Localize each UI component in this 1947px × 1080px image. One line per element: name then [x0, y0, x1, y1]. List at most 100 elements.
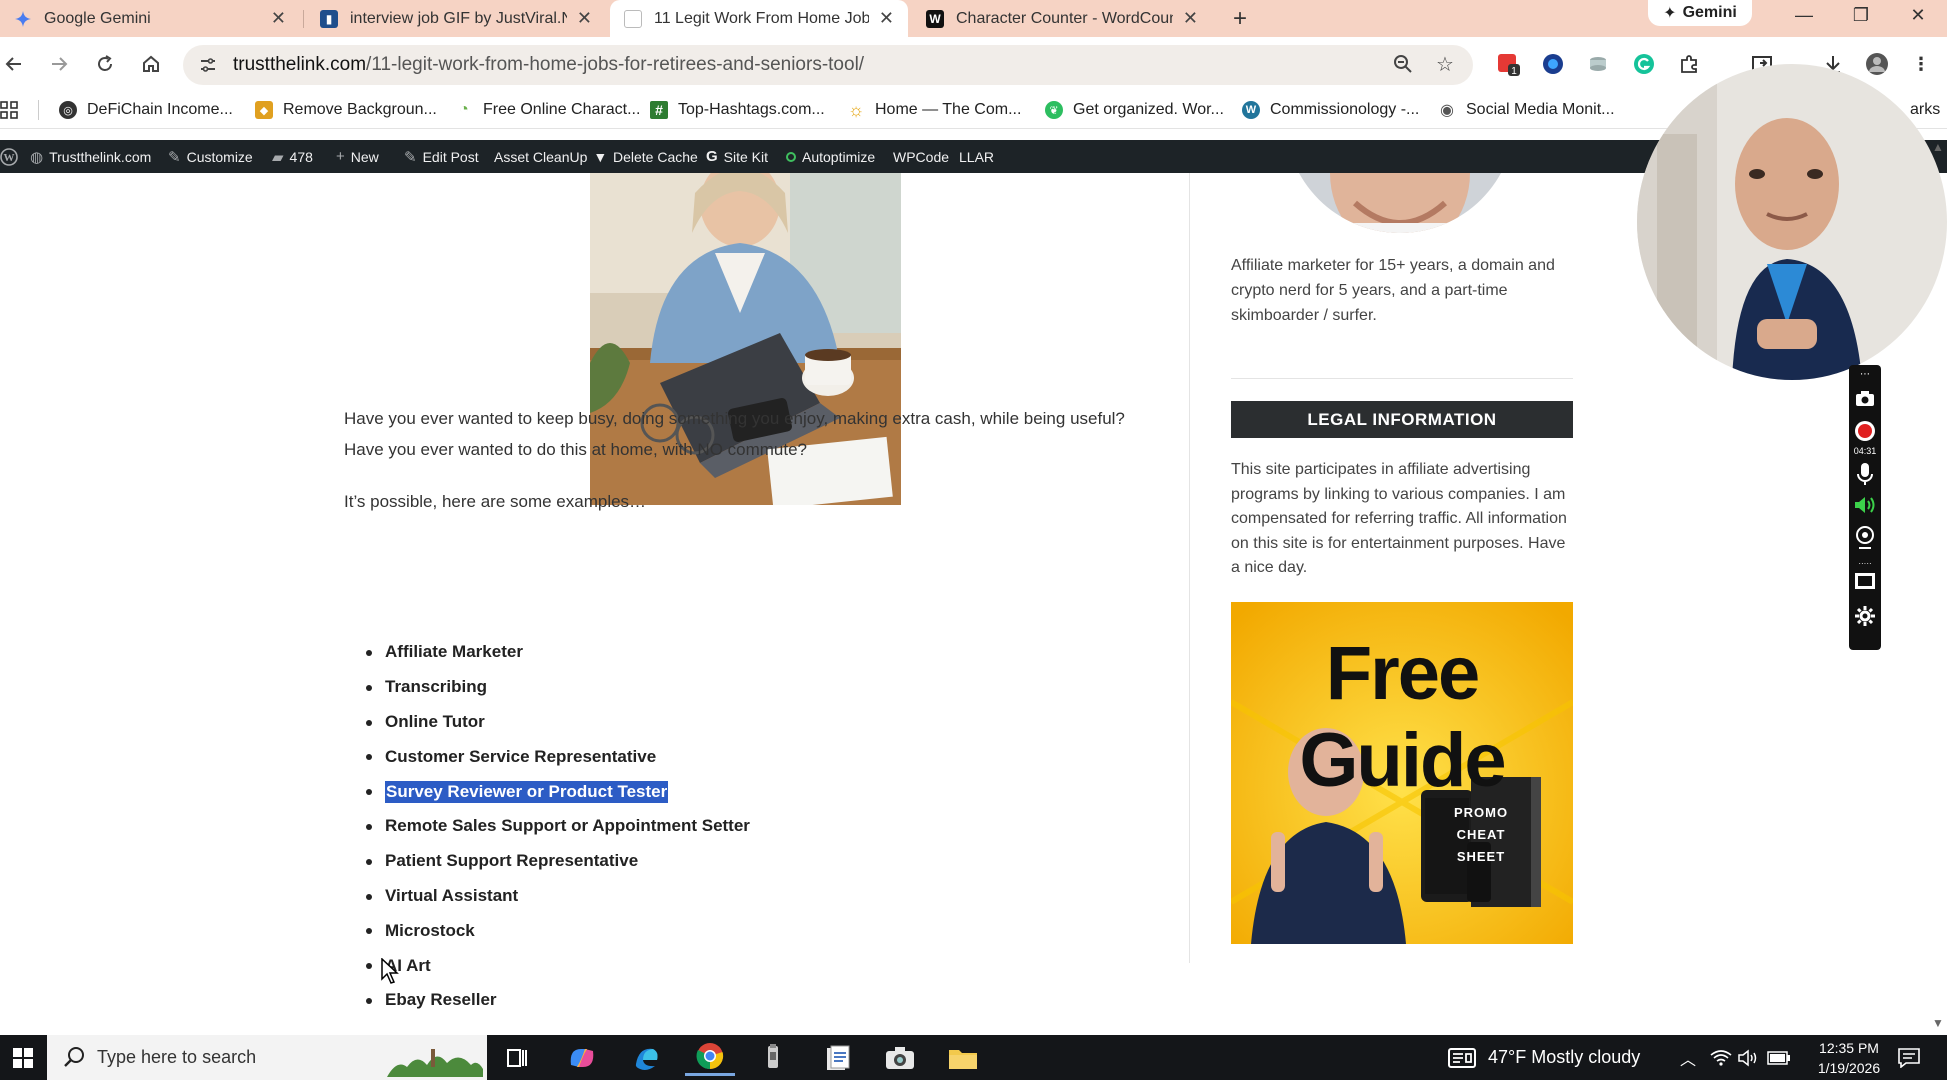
sun-icon: ☼	[847, 99, 865, 120]
bookmark-get-organized[interactable]: ❦ Get organized. Wor...	[1045, 91, 1224, 129]
close-tab-icon[interactable]: ✕	[577, 8, 592, 29]
wp-wpcode[interactable]: WPCode	[893, 140, 949, 173]
close-tab-icon[interactable]: ✕	[879, 8, 894, 29]
wp-site-label: Trustthelink.com	[49, 148, 152, 165]
guide-title: Free Guide	[1299, 631, 1506, 803]
list-item: Online Tutor	[366, 705, 750, 740]
camera-icon[interactable]	[1849, 387, 1881, 411]
wp-customize[interactable]: ✎ Customize	[168, 140, 253, 173]
bookmark-label: Top-Hashtags.com...	[678, 101, 825, 118]
show-hidden-icons-chevron-icon[interactable]: ︿	[1680, 1035, 1696, 1080]
wp-edit-post-label: Edit Post	[422, 148, 479, 165]
wp-llar-label: LLAR	[959, 148, 995, 165]
all-bookmarks[interactable]: arks	[1910, 91, 1940, 129]
browser-menu-icon[interactable]: ⋮	[1908, 51, 1934, 77]
chrome-icon[interactable]	[685, 1039, 735, 1076]
record-button-icon[interactable]	[1849, 419, 1881, 443]
battery-icon[interactable]	[1767, 1035, 1791, 1080]
task-view-icon[interactable]	[492, 1039, 542, 1076]
wp-asset-cleanup-label: Asset CleanUp	[494, 148, 588, 165]
bookmark-defichain[interactable]: ◎ DeFiChain Income...	[59, 91, 233, 129]
apps-grid-icon[interactable]	[0, 91, 18, 129]
wordpress-logo-icon[interactable]: W	[0, 140, 18, 173]
wp-asset-cleanup[interactable]: Asset CleanUp ▼	[494, 140, 607, 173]
selected-job-text[interactable]: Survey Reviewer or Product Tester	[385, 780, 669, 803]
bookmark-home-the-com[interactable]: ☼ Home — The Com...	[847, 91, 1022, 129]
bookmark-label: Free Online Charact...	[483, 101, 641, 118]
zoom-icon[interactable]	[1390, 51, 1416, 77]
bookmark-remove-background[interactable]: ◆ Remove Backgroun...	[255, 91, 437, 129]
screen-region-icon[interactable]	[1849, 569, 1881, 593]
camera-app-icon[interactable]	[875, 1039, 925, 1076]
counter-icon: ◔	[459, 101, 469, 118]
bookmark-commissionology[interactable]: W Commissionology -...	[1242, 91, 1419, 129]
file-explorer-document-icon[interactable]	[812, 1039, 862, 1076]
plus-icon: +	[336, 148, 345, 165]
list-item: Microstock	[366, 913, 750, 948]
extensions-puzzle-icon[interactable]	[1677, 51, 1703, 77]
bookmark-top-hashtags[interactable]: # Top-Hashtags.com...	[650, 91, 825, 129]
recorder-menu-icon[interactable]: ⋯	[1849, 365, 1881, 383]
extension-calendar-icon[interactable]: 1	[1496, 51, 1522, 77]
usb-device-icon[interactable]	[748, 1039, 798, 1076]
tab-legit-work-from-home[interactable]: 11 Legit Work From Home Jobs ✕	[610, 0, 908, 37]
wp-edit-post[interactable]: ✎ Edit Post	[404, 140, 479, 173]
webcam-icon[interactable]	[1849, 525, 1881, 551]
gemini-icon	[14, 10, 32, 28]
volume-icon[interactable]	[1738, 1035, 1760, 1080]
edge-icon[interactable]	[622, 1039, 672, 1076]
weather-widget[interactable]: 47°F Mostly cloudy	[1448, 1035, 1640, 1080]
new-tab-button[interactable]: +	[1226, 0, 1254, 37]
wp-new[interactable]: + New	[336, 140, 379, 173]
wp-delete-cache-label: Delete Cache	[613, 148, 698, 165]
scroll-up-arrow-icon[interactable]: ▲	[1932, 140, 1946, 154]
close-window-button[interactable]: ✕	[1895, 0, 1941, 30]
wordcounter-icon: W	[926, 9, 944, 28]
bookmark-social-media-monitor[interactable]: ◉ Social Media Monit...	[1438, 91, 1615, 129]
home-button[interactable]	[134, 47, 168, 81]
tab-justviral[interactable]: ▮ interview job GIF by JustViral.Net ✕	[306, 0, 606, 37]
recorder-settings-gear-icon[interactable]	[1849, 603, 1881, 629]
wp-site-name[interactable]: ◍ Trustthelink.com	[30, 140, 151, 173]
minimize-button[interactable]: —	[1781, 0, 1827, 30]
speaker-icon[interactable]	[1849, 493, 1881, 517]
wp-autoptimize[interactable]: Autoptimize	[786, 140, 875, 173]
copilot-icon[interactable]	[557, 1039, 607, 1076]
close-tab-icon[interactable]: ✕	[271, 8, 286, 29]
address-bar[interactable]: trustthelink.com/11-legit-work-from-home…	[183, 45, 1473, 85]
bookmark-star-icon[interactable]: ☆	[1432, 51, 1458, 77]
maximize-button[interactable]: ❐	[1838, 0, 1884, 30]
windows-start-button[interactable]	[0, 1035, 46, 1080]
wp-delete-cache[interactable]: Delete Cache	[613, 140, 698, 173]
wp-llar[interactable]: LLAR	[959, 140, 994, 173]
notifications-icon[interactable]	[1898, 1035, 1920, 1080]
free-guide-banner[interactable]: Free Guide PROMO CHEAT SHEET	[1231, 602, 1573, 944]
scroll-down-arrow-icon[interactable]: ▼	[1932, 1016, 1946, 1030]
microphone-icon[interactable]	[1849, 461, 1881, 487]
grammarly-icon[interactable]	[1631, 51, 1657, 77]
extension-stack-icon[interactable]	[1585, 51, 1611, 77]
close-tab-icon[interactable]: ✕	[1183, 8, 1198, 29]
wp-comments[interactable]: ▰ 478	[272, 140, 313, 173]
extension-circle-icon[interactable]	[1540, 51, 1566, 77]
sidebar-separator	[1231, 378, 1573, 379]
clock-time: 12:35 PM	[1819, 1040, 1879, 1056]
tab-label: Character Counter - WordCounter	[956, 9, 1173, 27]
bookmark-character-counter[interactable]: ◔ Free Online Charact...	[455, 91, 640, 129]
back-button[interactable]	[0, 47, 31, 81]
evernote-icon: ❦	[1045, 101, 1063, 119]
folder-icon[interactable]	[938, 1039, 988, 1076]
taskbar-clock[interactable]: 12:35 PM 1/19/2026	[1794, 1038, 1904, 1078]
wifi-icon[interactable]	[1710, 1035, 1732, 1080]
forward-button[interactable]	[42, 47, 76, 81]
wp-comments-count: 478	[289, 148, 313, 165]
reload-button[interactable]	[88, 47, 122, 81]
tab-google-gemini[interactable]: Google Gemini ✕	[0, 0, 300, 37]
profile-avatar-icon[interactable]	[1864, 51, 1890, 77]
gemini-button[interactable]: ✦ Gemini	[1648, 0, 1752, 26]
site-settings-icon	[201, 58, 215, 72]
wp-site-kit[interactable]: G Site Kit	[706, 140, 768, 173]
tab-character-counter[interactable]: W Character Counter - WordCounter ✕	[912, 0, 1212, 37]
job-item-label: Patient Support Representative	[385, 851, 639, 871]
taskbar-search-box[interactable]: Type here to search	[47, 1035, 487, 1080]
